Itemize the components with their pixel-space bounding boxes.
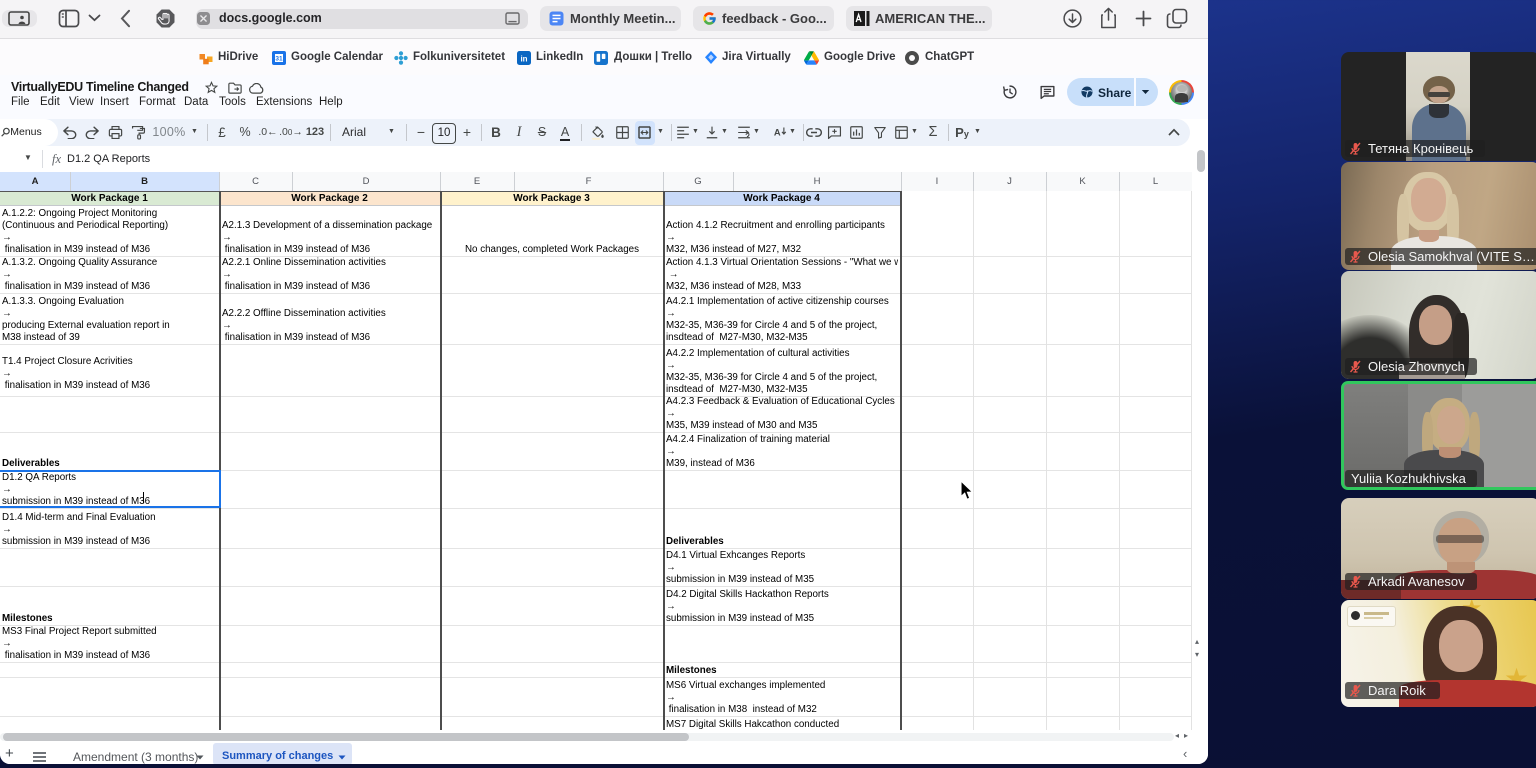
svg-text:31: 31 [275, 56, 283, 63]
svg-text:A: A [774, 128, 781, 138]
svg-text:in: in [520, 54, 527, 63]
